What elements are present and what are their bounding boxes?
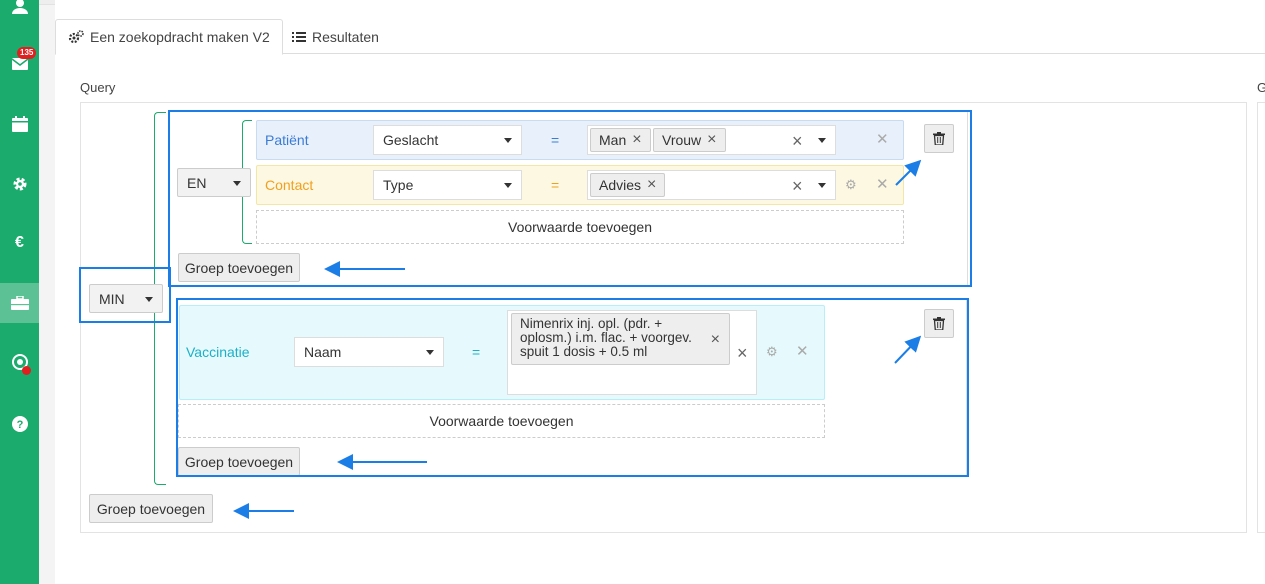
gear-icon[interactable] [0,164,39,204]
query-title: Query [80,80,116,95]
annotation-highlight-group-1 [168,110,972,287]
list-icon [292,31,306,42]
tab-results[interactable]: Resultaten [280,19,391,54]
annotation-highlight-group-2 [176,298,969,477]
location-icon[interactable] [0,342,39,382]
sidebar: 135 € ? [0,0,39,584]
euro-icon[interactable]: € [0,223,39,263]
help-icon[interactable]: ? [0,404,39,444]
annotation-highlight-root-operator [79,267,171,323]
tab-label: Een zoekopdracht maken V2 [90,29,270,45]
right-panel-box [1257,102,1265,533]
tab-bar: Een zoekopdracht maken V2 Resultaten [55,19,1265,55]
right-panel-title: G [1257,80,1265,95]
toolbox-icon[interactable] [0,283,39,323]
mail-badge: 135 [17,47,37,59]
tab-create-query[interactable]: Een zoekopdracht maken V2 [55,19,283,55]
calendar-icon[interactable] [0,104,39,144]
tab-label: Resultaten [312,28,379,45]
cogs-icon [68,30,84,44]
add-root-group-button[interactable]: Groep toevoegen [89,494,213,523]
users-icon[interactable] [0,0,39,26]
notification-dot [22,366,31,375]
svg-text:?: ? [16,419,23,431]
